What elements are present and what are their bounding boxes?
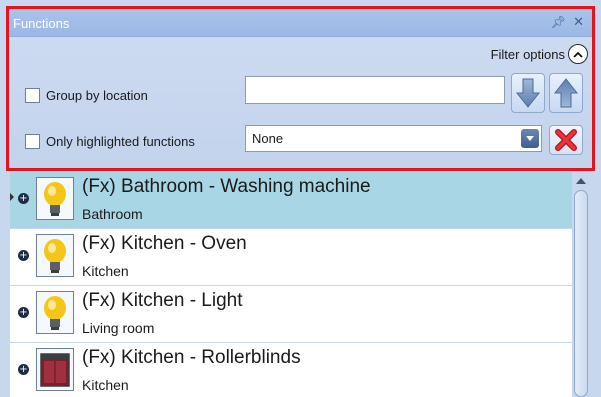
only-highlighted-label: Only highlighted functions	[46, 134, 195, 149]
function-title: (Fx) Bathroom - Washing machine	[82, 176, 371, 197]
function-location: Living room	[82, 320, 155, 336]
chevron-up-icon[interactable]	[568, 44, 588, 64]
function-title: (Fx) Kitchen - Oven	[82, 233, 247, 254]
function-location: Kitchen	[82, 263, 129, 279]
lightbulb-icon	[36, 177, 74, 220]
list-item[interactable]: + (Fx) Bathroom - Washing machine Bathro…	[10, 172, 576, 228]
close-icon[interactable]: ✕	[573, 15, 584, 30]
list-item[interactable]: + (Fx) Kitchen - Light Living room	[10, 286, 576, 342]
group-by-location-label: Group by location	[46, 88, 148, 103]
lightbulb-icon	[36, 291, 74, 334]
filter-area: Functions 📌︎ ✕ Filter options Group by l…	[6, 6, 595, 171]
only-highlighted-checkbox[interactable]	[25, 134, 40, 149]
function-location: Bathroom	[82, 206, 143, 222]
filter-options-toggle-row[interactable]: Filter options	[491, 43, 588, 65]
scroll-up-icon[interactable]	[576, 178, 586, 184]
panel-title: Functions	[13, 16, 70, 31]
functions-panel: Functions 📌︎ ✕ Filter options Group by l…	[0, 0, 601, 397]
list-item[interactable]: + (Fx) Kitchen - Rollerblinds Kitchen	[10, 343, 576, 397]
function-location: Kitchen	[82, 377, 129, 393]
pin-icon[interactable]: 📌︎	[551, 15, 566, 29]
expand-icon[interactable]: +	[18, 250, 29, 261]
list-item[interactable]: + (Fx) Kitchen - Oven Kitchen	[10, 229, 576, 285]
filter-options-label: Filter options	[490, 46, 565, 62]
expand-icon[interactable]: +	[18, 307, 29, 318]
panel-titlebar: Functions 📌︎ ✕	[9, 9, 592, 37]
move-down-button[interactable]	[511, 73, 545, 113]
group-by-location-option[interactable]: Group by location	[25, 88, 148, 103]
group-by-location-checkbox[interactable]	[25, 88, 40, 103]
only-highlighted-option[interactable]: Only highlighted functions	[25, 134, 195, 149]
functions-list: + (Fx) Bathroom - Washing machine Bathro…	[10, 172, 576, 397]
list-scrollbar[interactable]	[572, 172, 590, 397]
scroll-thumb[interactable]	[574, 190, 588, 397]
clear-filter-button[interactable]	[549, 125, 583, 155]
rollerblind-icon	[36, 348, 74, 391]
red-x-icon	[555, 129, 577, 151]
arrow-up-icon	[553, 78, 579, 108]
function-title: (Fx) Kitchen - Rollerblinds	[82, 347, 301, 368]
expand-icon[interactable]: +	[18, 364, 29, 375]
chevron-down-icon[interactable]	[521, 129, 539, 148]
arrow-down-icon	[515, 78, 541, 108]
move-up-button[interactable]	[549, 73, 583, 113]
search-input[interactable]	[245, 76, 505, 104]
expand-icon[interactable]: +	[18, 193, 29, 204]
selection-marker	[10, 193, 14, 201]
location-select[interactable]: None	[245, 125, 542, 152]
location-select-value: None	[252, 131, 284, 146]
lightbulb-icon	[36, 234, 74, 277]
function-title: (Fx) Kitchen - Light	[82, 290, 243, 311]
